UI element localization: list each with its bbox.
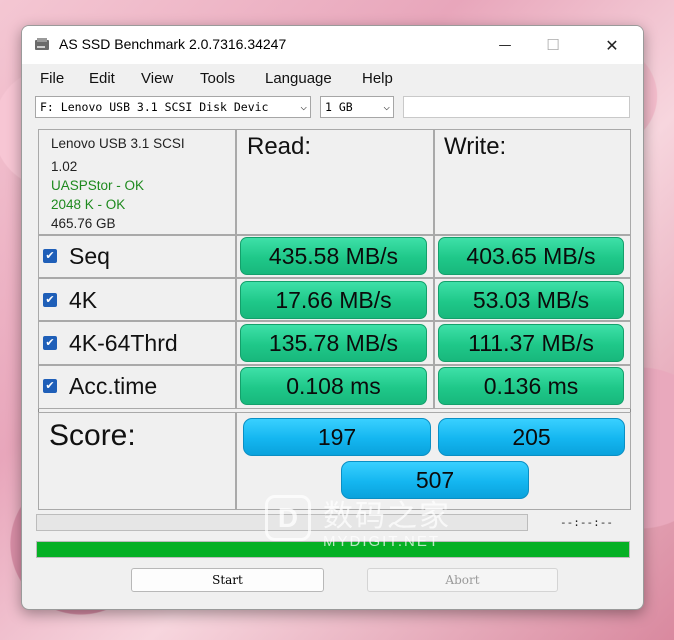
4k-write-result: 53.03 MB/s — [438, 281, 624, 319]
read-column-header: Read: — [247, 133, 312, 160]
drive-select[interactable]: F: Lenovo USB 3.1 SCSI Disk Devic ⌵ — [35, 96, 311, 118]
menu-file[interactable]: File — [40, 70, 64, 87]
menu-edit[interactable]: Edit — [89, 70, 115, 87]
test-size-select[interactable]: 1 GB ⌵ — [320, 96, 394, 118]
overall-progress-fill — [37, 542, 629, 557]
driver-status: UASPStor - OK — [51, 178, 145, 193]
alignment-status: 2048 K - OK — [51, 197, 126, 212]
device-capacity: 465.76 GB — [51, 216, 116, 231]
write-score: 205 — [438, 418, 625, 456]
seq-read-result: 435.58 MB/s — [240, 237, 427, 275]
acc-time-checkbox[interactable]: ✔ — [43, 379, 57, 393]
score-label: Score: — [49, 419, 136, 452]
menu-view[interactable]: View — [141, 70, 173, 87]
test-size-value: 1 GB — [325, 100, 353, 114]
drive-icon — [35, 38, 49, 50]
close-button[interactable]: ✕ — [589, 26, 635, 64]
acc-time-read-result: 0.108 ms — [240, 367, 427, 405]
total-score: 507 — [341, 461, 529, 499]
menu-help[interactable]: Help — [362, 70, 393, 87]
window-title: AS SSD Benchmark 2.0.7316.34247 — [59, 36, 287, 52]
4k-64thrd-read-result: 135.78 MB/s — [240, 324, 427, 362]
4k-checkbox[interactable]: ✔ — [43, 293, 57, 307]
start-button[interactable]: Start — [131, 568, 324, 592]
title-bar[interactable]: AS SSD Benchmark 2.0.7316.34247 — ☐ ✕ — [22, 26, 643, 64]
device-name: Lenovo USB 3.1 SCSI — [51, 136, 185, 151]
checkmark-icon: ✔ — [45, 336, 55, 349]
device-firmware: 1.02 — [51, 159, 78, 174]
drive-select-value: F: Lenovo USB 3.1 SCSI Disk Devic — [40, 100, 269, 114]
checkmark-icon: ✔ — [45, 379, 55, 392]
checkmark-icon: ✔ — [45, 249, 55, 262]
acc-time-write-result: 0.136 ms — [438, 367, 624, 405]
extra-field[interactable] — [403, 96, 630, 118]
acc-time-label: Acc.time — [69, 373, 158, 399]
row-label-cell — [38, 278, 236, 321]
seq-label: Seq — [69, 243, 110, 269]
4k-read-result: 17.66 MB/s — [240, 281, 427, 319]
row-label-cell — [38, 235, 236, 278]
4k-64thrd-write-result: 111.37 MB/s — [438, 324, 624, 362]
abort-button[interactable]: Abort — [367, 568, 558, 592]
4k-64thrd-checkbox[interactable]: ✔ — [43, 336, 57, 350]
app-window: AS SSD Benchmark 2.0.7316.34247 — ☐ ✕ Fi… — [21, 25, 644, 610]
read-score: 197 — [243, 418, 431, 456]
4k-64thrd-label: 4K-64Thrd — [69, 330, 178, 356]
seq-checkbox[interactable]: ✔ — [43, 249, 57, 263]
minimize-button[interactable]: — — [482, 26, 528, 64]
menu-tools[interactable]: Tools — [200, 70, 235, 87]
checkmark-icon: ✔ — [45, 293, 55, 306]
chevron-down-icon: ⌵ — [383, 100, 390, 113]
chevron-down-icon: ⌵ — [300, 100, 307, 113]
write-column-header: Write: — [444, 133, 507, 160]
seq-write-result: 403.65 MB/s — [438, 237, 624, 275]
4k-label: 4K — [69, 287, 98, 313]
menu-language[interactable]: Language — [265, 70, 332, 87]
test-progress-bar — [36, 514, 528, 531]
menu-bar: File Edit View Tools Language Help — [22, 66, 643, 92]
elapsed-time: --:--:-- — [560, 516, 613, 529]
overall-progress-bar — [36, 541, 630, 558]
maximize-button[interactable]: ☐ — [530, 26, 576, 64]
